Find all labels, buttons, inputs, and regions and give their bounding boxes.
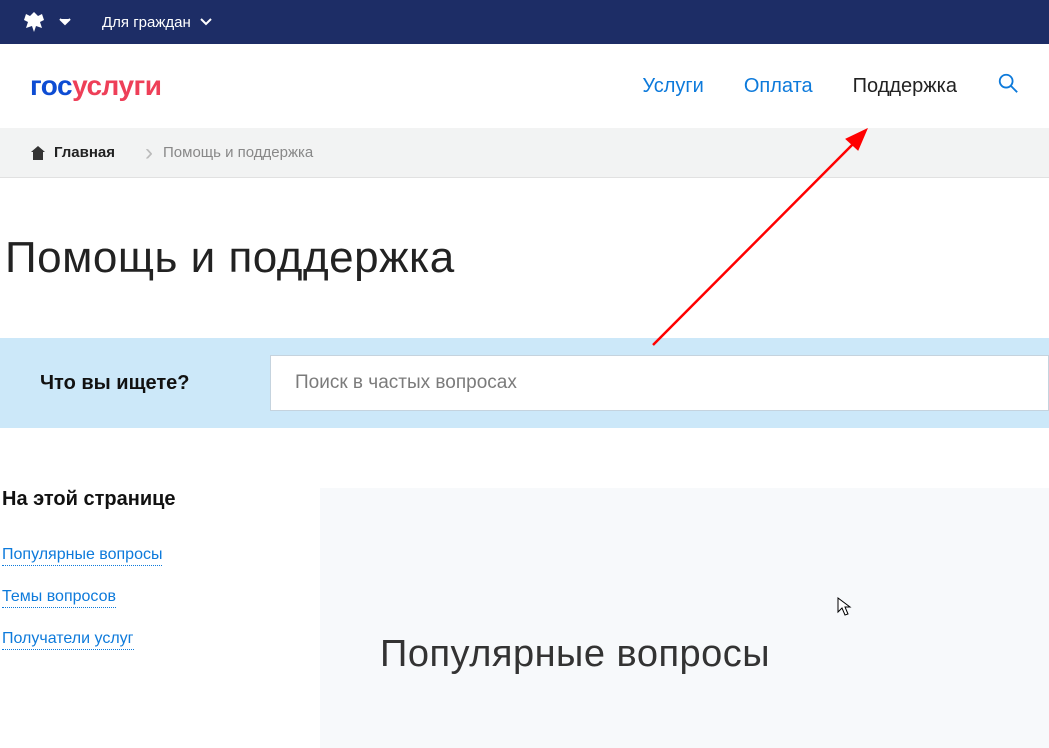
- content-area: На этой странице Популярные вопросы Темы…: [0, 488, 1049, 748]
- nav-payment[interactable]: Оплата: [744, 75, 813, 98]
- main-heading: Популярные вопросы: [380, 633, 1049, 676]
- audience-label: Для граждан: [102, 14, 191, 31]
- nav-services[interactable]: Услуги: [642, 75, 704, 98]
- page-title: Помощь и поддержка: [0, 178, 1049, 338]
- sidebar-link-topics[interactable]: Темы вопросов: [2, 588, 116, 608]
- nav-support[interactable]: Поддержка: [853, 75, 957, 98]
- sidebar-link-recipients[interactable]: Получатели услуг: [2, 630, 134, 650]
- logo[interactable]: госуслуги: [30, 70, 161, 102]
- breadcrumb-current: Помощь и поддержка: [163, 144, 333, 161]
- sidebar: На этой странице Популярные вопросы Темы…: [0, 488, 320, 748]
- home-icon: [30, 145, 46, 161]
- breadcrumb-separator: ›: [135, 139, 163, 167]
- breadcrumb: Главная › Помощь и поддержка: [0, 128, 1049, 178]
- logo-part-2: услуги: [72, 70, 161, 101]
- search-label: Что вы ищете?: [0, 372, 270, 395]
- breadcrumb-home[interactable]: Главная: [30, 144, 135, 161]
- main-panel: Популярные вопросы: [320, 488, 1049, 748]
- nav-links: Услуги Оплата Поддержка: [642, 72, 1019, 100]
- sidebar-link-popular[interactable]: Популярные вопросы: [2, 546, 162, 566]
- top-utility-bar: Для граждан: [0, 0, 1049, 44]
- audience-selector[interactable]: Для граждан: [102, 14, 213, 31]
- logo-part-1: гос: [30, 70, 72, 101]
- breadcrumb-home-label: Главная: [54, 144, 115, 161]
- search-input[interactable]: [270, 355, 1049, 411]
- chevron-down-icon: [199, 17, 213, 27]
- eagle-icon: [20, 10, 48, 34]
- sidebar-heading: На этой странице: [2, 488, 320, 511]
- search-band: Что вы ищете?: [0, 338, 1049, 428]
- eagle-emblem: [20, 10, 72, 34]
- search-icon[interactable]: [997, 72, 1019, 100]
- main-nav: госуслуги Услуги Оплата Поддержка: [0, 44, 1049, 128]
- chevron-down-icon[interactable]: [58, 17, 72, 27]
